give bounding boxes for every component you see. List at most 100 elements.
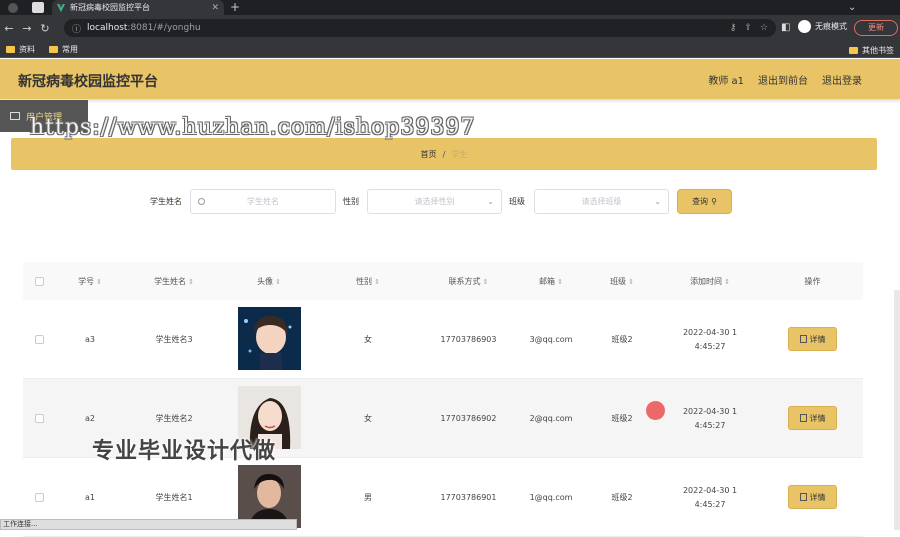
cell-email: 1@qq.com <box>529 492 573 502</box>
row-checkbox[interactable] <box>34 413 44 423</box>
name-label: 学生姓名 <box>150 197 182 206</box>
cell-phone: 17703786901 <box>440 492 497 502</box>
chevron-down-icon: ⌄ <box>654 197 661 206</box>
bookmark-folder-ziliao[interactable]: 资料 <box>6 44 35 55</box>
search-form: 学生姓名 学生姓名 性别 请选择性别 ⌄ 班级 请选择班级 ⌄ 查询 ⚲ <box>0 189 900 215</box>
cell-id: a2 <box>85 413 95 423</box>
sort-icon: ⇕ <box>374 277 380 286</box>
col-class[interactable]: 班级 ⇕ <box>586 276 658 287</box>
vue-favicon-icon <box>57 3 66 12</box>
key-icon[interactable]: ⚷ <box>730 23 737 33</box>
address-bar[interactable]: ⓘ localhost:8081/#/yonghu ⚷ ⇪ ☆ <box>64 19 776 37</box>
chevron-down-icon: ⌄ <box>487 197 494 206</box>
detail-button[interactable]: 详情 <box>788 327 837 351</box>
watermark-ad: 专业毕业设计代做 <box>92 439 277 464</box>
query-button[interactable]: 查询 ⚲ <box>677 189 732 214</box>
tab-title: 新冠病毒校园监控平台 <box>70 3 150 12</box>
document-icon <box>799 414 807 422</box>
sort-icon: ⇕ <box>628 277 634 286</box>
gender-select[interactable]: 请选择性别 ⌄ <box>367 189 502 214</box>
reload-icon[interactable]: ↻ <box>36 22 54 35</box>
select-all-checkbox[interactable] <box>34 276 44 286</box>
bookmarks-bar: 资料 常用 其他书签 <box>0 41 900 58</box>
student-table: 学号 ⇕ 学生姓名 ⇕ 头像 ⇕ 性别 ⇕ 联系方式 ⇕ 邮箱 ⇕ 班级 ⇕ 添加时间 ⇕ 操作… <box>23 262 863 537</box>
cell-name: 学生姓名2 <box>155 413 193 423</box>
sort-icon: ⇕ <box>557 277 563 286</box>
name-search-input[interactable]: 学生姓名 <box>190 189 336 214</box>
cell-id: a1 <box>85 492 95 502</box>
forward-icon[interactable]: → <box>18 22 36 35</box>
url-text: localhost:8081/#/yonghu <box>87 23 201 33</box>
scrollbar[interactable] <box>894 290 900 530</box>
col-name[interactable]: 学生姓名 ⇕ <box>125 276 223 287</box>
folder-icon <box>849 47 858 54</box>
current-user: 教师 a1 <box>708 76 744 87</box>
cell-phone: 17703786902 <box>440 413 497 423</box>
new-tab-icon[interactable]: + <box>230 0 240 15</box>
row-checkbox[interactable] <box>34 492 44 502</box>
incognito-icon <box>798 20 811 33</box>
cell-name: 学生姓名1 <box>155 492 193 502</box>
share-icon[interactable]: ⇪ <box>744 23 752 33</box>
back-to-front-link[interactable]: 退出到前台 <box>758 72 808 87</box>
incognito-label: 无痕模式 <box>815 22 847 31</box>
cell-name: 学生姓名3 <box>155 334 193 344</box>
browser-tab-active[interactable]: 新冠病毒校园监控平台 ✕ <box>52 0 224 15</box>
search-icon <box>198 198 205 205</box>
update-button[interactable]: 更新 <box>854 20 898 36</box>
sort-icon: ⇕ <box>96 277 102 286</box>
row-checkbox[interactable] <box>34 334 44 344</box>
cell-time: 2022-04-30 1 4:45:27 <box>682 485 738 509</box>
breadcrumb-home[interactable]: 首页 <box>421 149 437 160</box>
col-time[interactable]: 添加时间 ⇕ <box>658 276 762 287</box>
tab-close-icon[interactable]: ✕ <box>211 3 219 13</box>
cell-email: 3@qq.com <box>529 334 573 344</box>
bookmark-folder-changyong[interactable]: 常用 <box>49 44 78 55</box>
window-icon[interactable] <box>32 2 44 13</box>
info-icon[interactable]: ⓘ <box>72 22 81 35</box>
col-phone[interactable]: 联系方式 ⇕ <box>421 276 516 287</box>
table-row: a3 学生姓名3 女 17703786903 3@qq.com 班级2 2022… <box>23 300 863 379</box>
cell-gender: 女 <box>364 334 372 344</box>
class-select[interactable]: 请选择班级 ⌄ <box>534 189 669 214</box>
col-gender[interactable]: 性别 ⇕ <box>315 276 421 287</box>
gender-label: 性别 <box>343 197 359 206</box>
cell-gender: 女 <box>364 413 372 423</box>
detail-button[interactable]: 详情 <box>788 485 837 509</box>
avatar[interactable] <box>237 306 301 370</box>
search-icon: ⚲ <box>711 197 717 206</box>
table-header: 学号 ⇕ 学生姓名 ⇕ 头像 ⇕ 性别 ⇕ 联系方式 ⇕ 邮箱 ⇕ 班级 ⇕ 添加时间 ⇕ 操作 <box>23 262 863 300</box>
bookmark-folder-other[interactable]: 其他书签 <box>849 45 894 56</box>
chrome-icon[interactable] <box>8 3 18 13</box>
col-id[interactable]: 学号 ⇕ <box>55 276 125 287</box>
folder-icon <box>49 45 58 53</box>
minimize-icon[interactable]: ⌄ <box>848 0 856 15</box>
app-header: 新冠病毒校园监控平台 教师 a1 退出到前台 退出登录 <box>0 59 900 99</box>
cell-email: 2@qq.com <box>529 413 573 423</box>
cell-id: a3 <box>85 334 95 344</box>
sidepanel-icon[interactable]: ◧ <box>781 22 790 33</box>
cell-gender: 男 <box>364 492 372 502</box>
back-icon[interactable]: ← <box>0 22 18 35</box>
class-label: 班级 <box>509 197 525 206</box>
cell-class: 班级2 <box>611 334 633 344</box>
col-action: 操作 <box>804 276 821 286</box>
sort-icon: ⇕ <box>275 277 281 286</box>
watermark-url: https://www.huzhan.com/ishop39397 <box>30 115 476 140</box>
folder-icon <box>6 45 15 53</box>
detail-button[interactable]: 详情 <box>788 406 837 430</box>
browser-tabstrip: 新冠病毒校园监控平台 ✕ + ⌄ <box>0 0 900 15</box>
browser-toolbar: ← → ↻ ⓘ localhost:8081/#/yonghu ⚷ ⇪ ☆ ◧ <box>0 15 900 41</box>
col-email[interactable]: 邮箱 ⇕ <box>516 276 586 287</box>
sort-icon: ⇕ <box>724 277 730 286</box>
cell-class: 班级2 <box>611 492 633 502</box>
cell-phone: 17703786903 <box>440 334 497 344</box>
col-avatar[interactable]: 头像 ⇕ <box>223 276 315 287</box>
sort-icon: ⇕ <box>188 277 194 286</box>
star-icon[interactable]: ☆ <box>760 23 768 33</box>
document-icon <box>799 335 807 343</box>
cell-time: 2022-04-30 1 4:45:27 <box>682 406 738 430</box>
cell-time: 2022-04-30 1 4:45:27 <box>682 327 738 351</box>
incognito-indicator[interactable]: 无痕模式 <box>798 20 847 33</box>
logout-link[interactable]: 退出登录 <box>822 72 862 87</box>
